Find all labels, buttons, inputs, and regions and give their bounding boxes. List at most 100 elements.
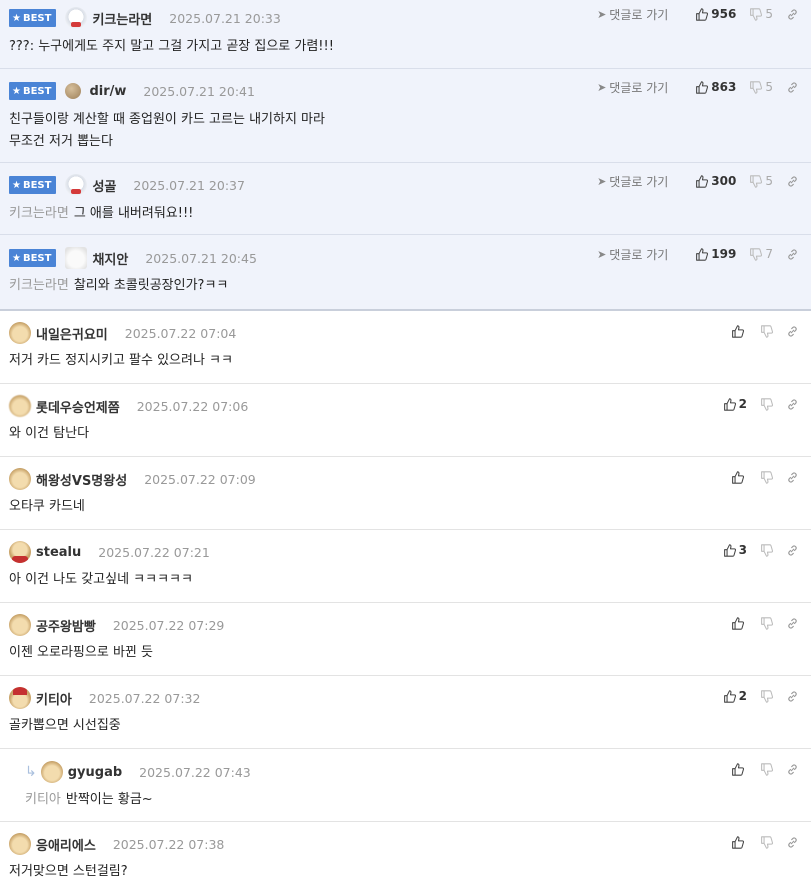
comment-date: 2025.07.22 07:29	[112, 617, 225, 633]
avatar[interactable]	[9, 541, 31, 563]
comment-date: 2025.07.22 07:38	[112, 836, 225, 852]
reply-arrow-icon: ↳	[25, 764, 37, 780]
avatar[interactable]	[9, 833, 31, 855]
dislike-button[interactable]: 5	[749, 174, 773, 188]
nickname[interactable]: 성골	[92, 176, 116, 195]
share-link-button[interactable]	[786, 81, 799, 94]
like-button[interactable]: 3	[723, 543, 747, 557]
like-button[interactable]	[731, 835, 747, 849]
avatar[interactable]	[65, 174, 88, 196]
goto-comment-link[interactable]: ➤ 댓글로 가기	[597, 6, 668, 23]
share-link-button[interactable]	[786, 471, 799, 484]
nickname[interactable]: stealu	[36, 545, 81, 560]
dislike-button[interactable]	[760, 543, 773, 557]
comment: 롯데우승언제쯤 2025.07.22 07:06 와 이건 탐난다 2	[0, 384, 811, 457]
goto-comment-link[interactable]: ➤ 댓글로 가기	[597, 79, 668, 96]
like-button[interactable]: 199	[695, 247, 736, 261]
nickname[interactable]: 응애리에스	[36, 835, 96, 854]
comment: 공주왕밤빵 2025.07.22 07:29 이젠 오로라핑으로 바뀐 듯	[0, 603, 811, 676]
share-link-button[interactable]	[786, 175, 799, 188]
dislike-button[interactable]: 7	[749, 247, 773, 261]
mention-link[interactable]: 키티아	[25, 792, 61, 807]
dislike-button[interactable]	[760, 616, 773, 630]
like-button[interactable]: 956	[695, 7, 736, 21]
link-icon	[788, 81, 797, 93]
paper-plane-icon: ➤	[597, 80, 607, 94]
best-comment: ★ BEST dir/w 2025.07.21 20:41 친구들이랑 계산할 때…	[0, 69, 811, 163]
avatar[interactable]	[9, 395, 31, 417]
share-link-button[interactable]	[786, 690, 799, 703]
share-link-button[interactable]	[786, 398, 799, 411]
share-link-button[interactable]	[786, 617, 799, 630]
goto-comment-link[interactable]: ➤ 댓글로 가기	[597, 246, 668, 263]
comment-header: 해왕성VS명왕성 2025.07.22 07:09	[9, 468, 256, 490]
comment-date: 2025.07.21 20:41	[143, 83, 255, 99]
share-link-button[interactable]	[786, 836, 799, 849]
dislike-button[interactable]	[760, 689, 773, 703]
avatar[interactable]	[9, 322, 31, 344]
nickname[interactable]: 해왕성VS명왕성	[36, 470, 127, 489]
like-button[interactable]	[731, 762, 747, 776]
dislike-button[interactable]	[760, 397, 773, 411]
thumbs-down-icon	[750, 174, 763, 188]
dislike-button[interactable]	[760, 835, 773, 849]
like-button[interactable]	[731, 324, 747, 338]
nickname[interactable]: gyugab	[68, 765, 122, 780]
reply-comment: ↳ gyugab 2025.07.22 07:43 키티아 반짝이는 황금~	[0, 749, 811, 822]
like-count: 300	[711, 174, 737, 188]
comment-actions: ➤ 댓글로 가기 956 5	[597, 4, 799, 24]
dislike-button[interactable]	[760, 470, 773, 484]
goto-comment-link[interactable]: ➤ 댓글로 가기	[597, 173, 668, 190]
share-link-button[interactable]	[786, 544, 799, 557]
like-count: 3	[738, 543, 747, 557]
dislike-button[interactable]	[760, 324, 773, 338]
comment: 내일은귀요미 2025.07.22 07:04 저거 카드 정지시키고 팔수 있…	[0, 311, 811, 384]
avatar[interactable]	[9, 468, 31, 490]
mention-link[interactable]: 키크는라면	[9, 278, 69, 293]
dislike-button[interactable]: 5	[749, 7, 773, 21]
comment-actions: ➤ 댓글로 가기 863 5	[597, 77, 799, 97]
comment-date: 2025.07.21 20:45	[145, 250, 257, 266]
like-button[interactable]	[731, 470, 747, 484]
comment-actions: 2	[710, 686, 799, 706]
avatar[interactable]	[65, 247, 88, 269]
mention-link[interactable]: 키크는라면	[9, 206, 69, 221]
share-link-button[interactable]	[786, 8, 799, 21]
thumbs-up-icon	[696, 80, 709, 94]
like-button[interactable]: 2	[723, 397, 747, 411]
avatar[interactable]	[9, 687, 31, 709]
nickname[interactable]: 키티아	[36, 689, 72, 708]
avatar[interactable]	[40, 761, 63, 783]
best-comment: ★ BEST 성골 2025.07.21 20:37 키크는라면 그 애를 내버려둬…	[0, 163, 811, 235]
star-icon: ★	[12, 85, 21, 97]
avatar[interactable]	[9, 614, 31, 636]
nickname[interactable]: 공주왕밤빵	[36, 616, 96, 635]
thumbs-up-icon	[723, 689, 736, 703]
thumbs-up-icon	[732, 616, 744, 630]
dislike-button[interactable]	[760, 762, 773, 776]
paper-plane-icon: ➤	[597, 247, 607, 261]
link-icon	[788, 690, 797, 702]
star-icon: ★	[12, 12, 21, 24]
like-button[interactable]: 863	[695, 80, 736, 94]
thumbs-up-icon	[732, 470, 744, 484]
share-link-button[interactable]	[786, 763, 799, 776]
avatar[interactable]	[65, 83, 82, 99]
dislike-count: 5	[765, 174, 773, 188]
comment-date: 2025.07.21 20:37	[133, 177, 245, 193]
nickname[interactable]: 내일은귀요미	[36, 324, 108, 343]
like-button[interactable]: 300	[695, 174, 736, 188]
nickname[interactable]: 키크는라면	[92, 9, 152, 28]
nickname[interactable]: dir/w	[89, 84, 126, 99]
share-link-button[interactable]	[786, 248, 799, 261]
nickname[interactable]: 채지안	[92, 249, 128, 268]
like-button[interactable]	[731, 616, 747, 630]
avatar[interactable]	[65, 7, 88, 29]
comment-header: ★ BEST 채지안 2025.07.21 20:45	[9, 247, 257, 269]
share-link-button[interactable]	[786, 325, 799, 338]
nickname[interactable]: 롯데우승언제쯤	[36, 397, 120, 416]
thumbs-up-icon	[732, 835, 744, 849]
thumbs-down-icon	[750, 247, 763, 261]
like-button[interactable]: 2	[723, 689, 747, 703]
dislike-button[interactable]: 5	[749, 80, 773, 94]
